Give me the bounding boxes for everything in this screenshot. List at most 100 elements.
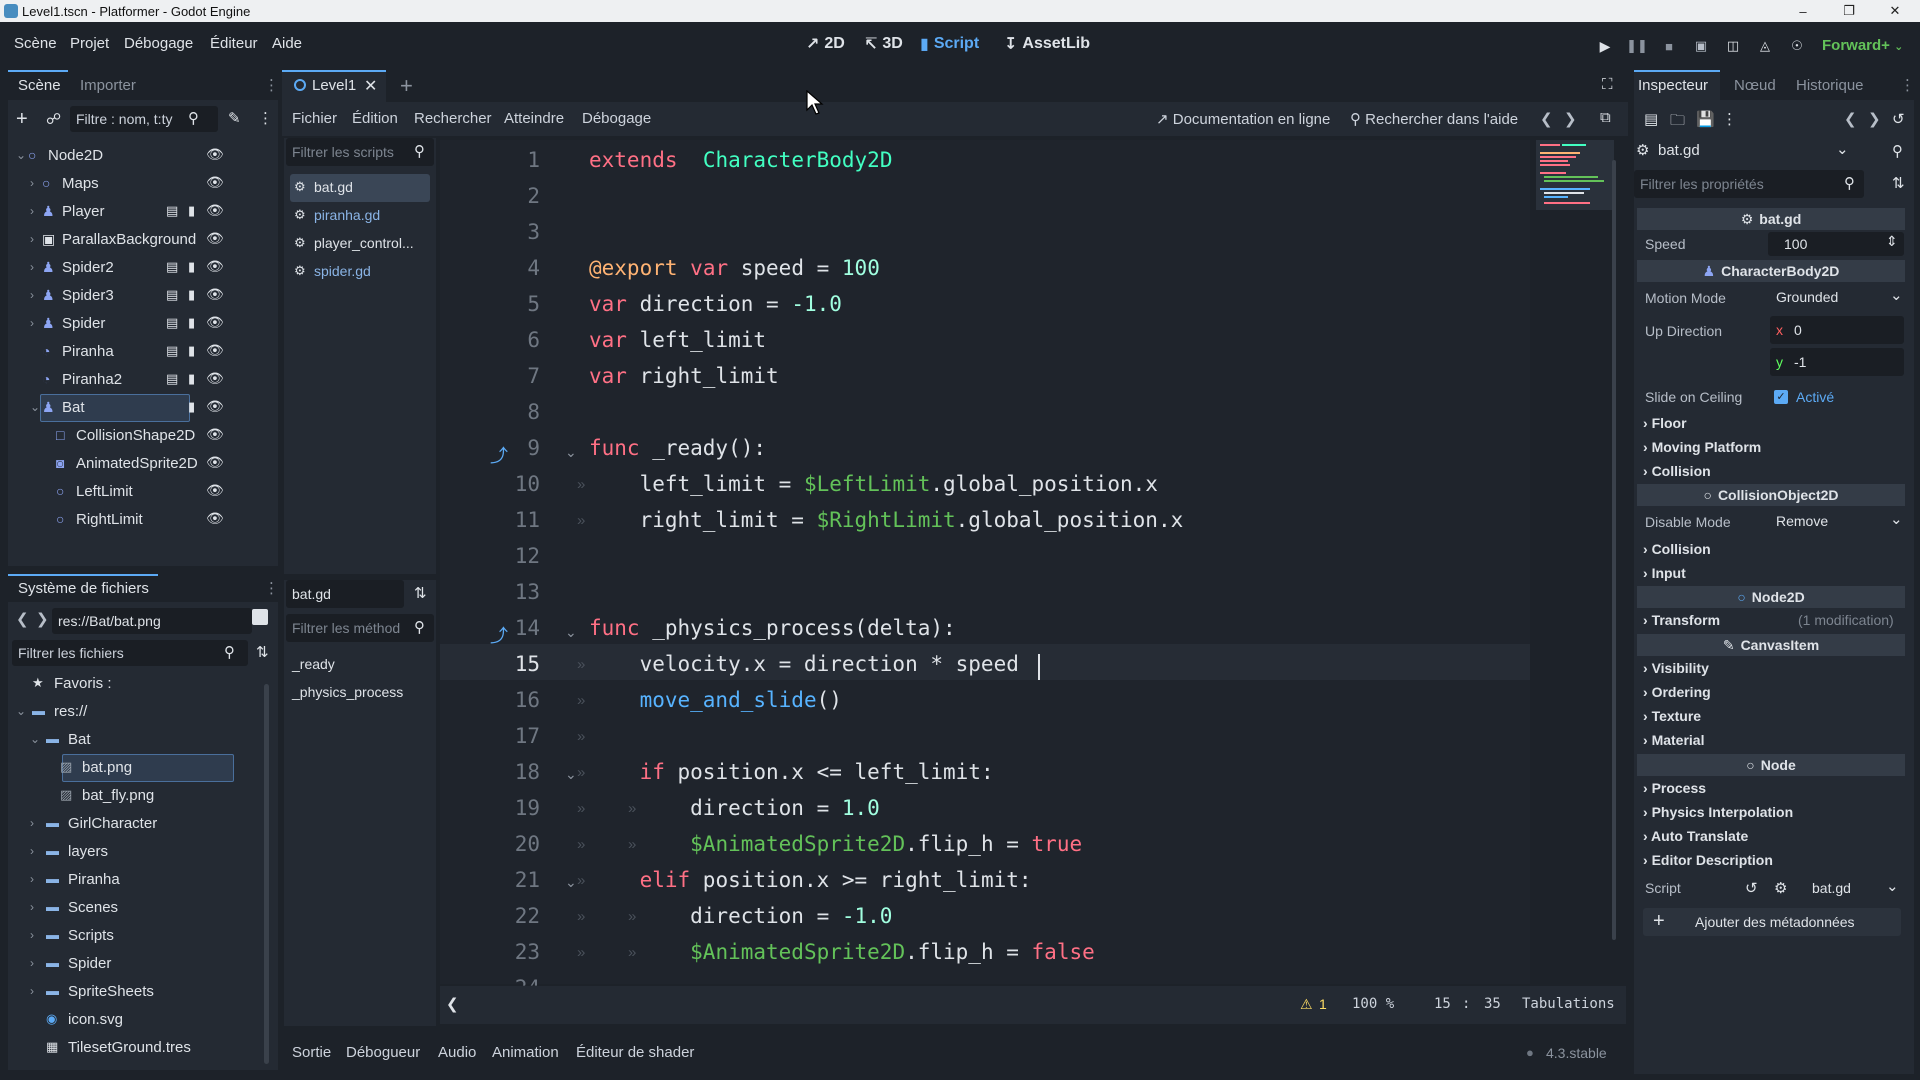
scene-tree-item[interactable]: › ♟ Spider3 ▤ ▮ 👁 <box>8 282 278 310</box>
visibility-eye-icon[interactable]: 👁 <box>206 202 224 219</box>
scene-tree-item[interactable]: › ▣ ParallaxBackground 👁 <box>8 226 278 254</box>
link-icon[interactable]: ☍ <box>46 110 61 128</box>
distraction-free-icon[interactable]: ⛶ <box>1602 76 1613 93</box>
file-tree-item[interactable]: › ▬ Spider <box>8 950 270 978</box>
filesystem-path-field[interactable]: res://Bat/bat.png <box>52 608 252 634</box>
inspector-group[interactable]: › Texture <box>1643 708 1701 724</box>
workspace-assetlib-button[interactable]: ↧ AssetLib <box>1004 34 1090 54</box>
open-scene-icon[interactable]: ▤ <box>166 343 178 359</box>
visibility-eye-icon[interactable]: 👁 <box>206 370 224 387</box>
script-list-item[interactable]: ⚙ player_control... <box>290 230 430 258</box>
search-help-button[interactable]: ⚲ Rechercher dans l'aide <box>1350 110 1518 128</box>
scene-tree-item[interactable]: ◙ AnimatedSprite2D 👁 <box>8 450 278 478</box>
split-mode-icon[interactable] <box>252 609 268 625</box>
chevron-right-icon[interactable]: › <box>30 316 34 330</box>
chevron-right-icon[interactable]: › <box>30 816 34 830</box>
renderer-select[interactable]: Forward+ ⌄ <box>1822 37 1903 54</box>
inspector-group[interactable]: › Moving Platform <box>1643 439 1761 455</box>
script-icon[interactable]: ▮ <box>188 399 195 415</box>
file-tree-item[interactable]: ★ Favoris : <box>8 670 270 698</box>
file-tree-item[interactable]: ▦ TilesetGround.tres <box>8 1034 270 1062</box>
inspector-group[interactable]: › Physics Interpolation <box>1643 804 1793 820</box>
scene-tree-item[interactable]: ⌄ ♟ Bat ▮ 👁 <box>8 394 278 422</box>
chevron-right-icon[interactable]: › <box>30 872 34 886</box>
play-custom-scene-icon[interactable]: ◬ <box>1755 36 1775 56</box>
tab-scene[interactable]: Scène <box>18 77 61 94</box>
scene-tree-item[interactable]: □ CollisionShape2D 👁 <box>8 422 278 450</box>
play-scene-icon[interactable]: ◫ <box>1723 36 1743 56</box>
scene-tree-item[interactable]: ○ LeftLimit 👁 <box>8 478 278 506</box>
tab-audio[interactable]: Audio <box>438 1044 476 1061</box>
menu-editor[interactable]: Éditeur <box>210 35 258 52</box>
visibility-eye-icon[interactable]: 👁 <box>206 146 224 163</box>
script-icon[interactable]: ▮ <box>188 203 195 219</box>
open-scene-icon[interactable]: ▤ <box>166 259 178 275</box>
visibility-eye-icon[interactable]: 👁 <box>206 398 224 415</box>
file-filter-input[interactable]: Filtrer les fichiers <box>12 640 248 666</box>
workspace-3d-button[interactable]: ↸ 3D <box>864 34 903 54</box>
scene-tree-item[interactable]: ◔ Piranha2 ▤ ▮ 👁 <box>8 366 278 394</box>
dock-menu-icon[interactable]: ⋮ <box>264 579 279 597</box>
script-icon[interactable]: ▮ <box>188 371 195 387</box>
workspace-script-button[interactable]: ▮ Script <box>920 34 979 54</box>
tab-output[interactable]: Sortie <box>292 1044 331 1061</box>
tab-history[interactable]: Historique <box>1796 77 1864 94</box>
visibility-eye-icon[interactable]: 👁 <box>206 482 224 499</box>
open-scene-icon[interactable]: ▤ <box>166 287 178 303</box>
file-tree-item[interactable]: › ▬ layers <box>8 838 270 866</box>
script-icon[interactable]: ▮ <box>188 315 195 331</box>
menu-help[interactable]: Aide <box>272 35 302 52</box>
scene-tree-item[interactable]: › ♟ Player ▤ ▮ 👁 <box>8 198 278 226</box>
code-scrollbar[interactable] <box>1612 160 1616 940</box>
fold-arrow-icon[interactable]: ⌄ <box>565 874 577 891</box>
filter-scripts-input[interactable]: Filtrer les scripts <box>286 138 434 166</box>
chevron-right-icon[interactable]: › <box>30 956 34 970</box>
visibility-eye-icon[interactable]: 👁 <box>206 258 224 275</box>
visibility-eye-icon[interactable]: 👁 <box>206 314 224 331</box>
add-metadata-button[interactable]: + Ajouter des métadonnées <box>1643 908 1901 936</box>
nav-back-icon[interactable]: ❮ <box>16 610 29 628</box>
chevron-right-icon[interactable]: › <box>30 928 34 942</box>
scene-tree-item[interactable]: ○ RightLimit 👁 <box>8 506 278 534</box>
scene-tree-item[interactable]: › ♟ Spider2 ▤ ▮ 👁 <box>8 254 278 282</box>
dock-menu-icon[interactable]: ⋮ <box>264 76 279 94</box>
scene-tree-item[interactable]: › ♟ Spider ▤ ▮ 👁 <box>8 310 278 338</box>
file-tree-item[interactable]: ⌄ ▬ res:// <box>8 698 270 726</box>
scene-tree-item[interactable]: ⌄ ○ Node2D 👁 <box>8 142 278 170</box>
scroll-left-icon[interactable]: ❮ <box>446 995 459 1013</box>
menu-search[interactable]: Rechercher <box>414 110 492 127</box>
method-list-item[interactable]: _ready <box>292 650 335 678</box>
tab-import[interactable]: Importer <box>80 77 136 94</box>
scene-tab-level1[interactable]: Level1 ✕ <box>282 70 386 102</box>
script-list-item[interactable]: ⚙ bat.gd <box>290 174 430 202</box>
object-properties-icon[interactable]: ⚲ <box>1892 142 1903 160</box>
inspector-group[interactable]: › Editor Description <box>1643 852 1773 868</box>
script-icon[interactable]: ▮ <box>188 343 195 359</box>
inspector-group[interactable]: › Input <box>1643 565 1686 581</box>
add-node-icon[interactable]: + <box>16 108 28 131</box>
resource-menu-icon[interactable]: ⋮ <box>1722 110 1737 128</box>
tab-shader-editor[interactable]: Éditeur de shader <box>576 1044 694 1061</box>
inspector-group[interactable]: › Ordering <box>1643 684 1711 700</box>
file-tree-item[interactable]: › ▬ SpriteSheets <box>8 978 270 1006</box>
chevron-right-icon[interactable]: › <box>30 260 34 274</box>
tab-node[interactable]: Nœud <box>1734 77 1776 94</box>
sort-icon[interactable]: ⇅ <box>256 643 269 661</box>
chevron-right-icon[interactable]: › <box>30 900 34 914</box>
chevron-right-icon[interactable]: › <box>30 288 34 302</box>
inspector-group[interactable]: › Auto Translate <box>1643 828 1748 844</box>
menu-goto[interactable]: Atteindre <box>504 110 564 127</box>
slide-on-ceiling-checkbox[interactable]: ✓ <box>1774 390 1788 404</box>
chevron-right-icon[interactable]: › <box>30 176 34 190</box>
float-window-icon[interactable]: ⧉ <box>1600 109 1611 126</box>
chevron-down-icon[interactable]: ⌄ <box>16 148 26 162</box>
file-tree-item[interactable]: ▨ bat.png <box>8 754 270 782</box>
file-tree-item[interactable]: ▨ bat_fly.png <box>8 782 270 810</box>
menu-project[interactable]: Projet <box>70 35 109 52</box>
revert-icon[interactable]: ↺ <box>1745 879 1758 897</box>
stop-icon[interactable]: ■ <box>1659 36 1679 56</box>
script-property-value[interactable]: bat.gd <box>1812 880 1851 896</box>
visibility-eye-icon[interactable]: 👁 <box>206 510 224 527</box>
inspector-group[interactable]: › Floor <box>1643 415 1687 431</box>
up-direction-x-field[interactable]: x 0 <box>1770 316 1904 344</box>
